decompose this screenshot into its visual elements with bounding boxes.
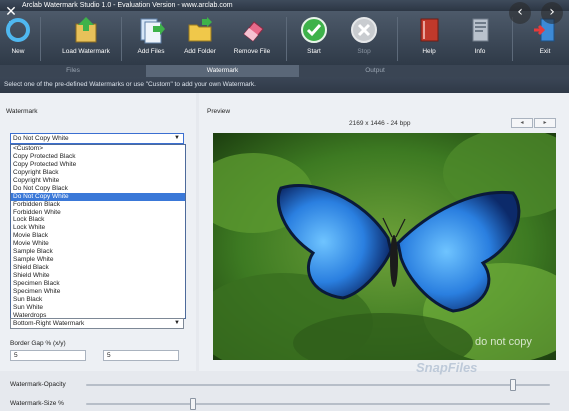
stop-button[interactable]: Stop — [348, 11, 380, 65]
remove-file-button[interactable]: Remove File — [230, 11, 274, 65]
watermark-option[interactable]: Copyright Black — [11, 169, 185, 177]
tab-files[interactable]: Files — [0, 65, 146, 77]
help-book-icon — [415, 16, 443, 44]
preview-image: do not copy — [213, 133, 556, 360]
chevron-down-icon: ▼ — [174, 320, 180, 326]
butterfly-photo — [213, 133, 556, 360]
watermark-section-label: Watermark — [6, 108, 38, 115]
preview-label: Preview — [207, 108, 231, 115]
watermark-option[interactable]: Shield White — [11, 272, 185, 280]
help-button[interactable]: Help — [414, 11, 444, 65]
tab-bar: Files Watermark Output — [0, 65, 569, 77]
watermark-option[interactable]: Sun White — [11, 304, 185, 312]
watermark-option[interactable]: Do Not Copy Black — [11, 185, 185, 193]
add-files-button[interactable]: Add Files — [133, 11, 169, 65]
stop-label: Stop — [357, 48, 371, 55]
remove-file-label: Remove File — [233, 48, 271, 55]
tab-output[interactable]: Output — [299, 65, 451, 77]
slider-area: Watermark-Opacity Watermark-Size % — [0, 371, 569, 411]
info-bar: Select one of the pre-defined Watermarks… — [0, 77, 569, 93]
info-label: Info — [474, 48, 486, 55]
size-label: Watermark-Size % — [10, 400, 64, 407]
chevron-down-icon: ▼ — [174, 135, 180, 141]
watermark-option[interactable]: Lock White — [11, 224, 185, 232]
stop-icon — [350, 16, 378, 44]
toolbar-separator — [286, 17, 287, 61]
watermark-select-value: Do Not Copy White — [13, 135, 69, 142]
preview-prev-button[interactable]: ◂ — [511, 118, 533, 128]
watermark-select[interactable]: Do Not Copy White ▼ — [10, 133, 184, 144]
position-select[interactable]: Bottom-Right Watermark ▼ — [10, 318, 184, 329]
watermark-option[interactable]: Lock Black — [11, 216, 185, 224]
watermark-option[interactable]: Forbidden White — [11, 209, 185, 217]
toolbar: New Load Watermark Add Files Add Folder … — [0, 11, 569, 65]
window-title: Arclab Watermark Studio 1.0 - Evaluation… — [22, 2, 233, 9]
preview-panel: Preview 2169 x 1446 - 24 bpp ◂ ▸ do not … — [199, 93, 569, 371]
add-files-icon — [137, 16, 165, 44]
watermark-option[interactable]: Specimen Black — [11, 280, 185, 288]
watermark-option[interactable]: Copy Protected White — [11, 161, 185, 169]
info-icon — [466, 16, 494, 44]
folder-icon — [186, 16, 214, 44]
watermark-option[interactable]: Shield Black — [11, 264, 185, 272]
watermark-option[interactable]: Do Not Copy White — [11, 192, 185, 201]
watermark-option[interactable]: Specimen White — [11, 288, 185, 296]
title-bar: Arclab Watermark Studio 1.0 - Evaluation… — [0, 0, 569, 11]
toolbar-separator — [512, 17, 513, 61]
eraser-icon — [238, 16, 266, 44]
watermark-option[interactable]: Copy Protected Black — [11, 153, 185, 161]
position-select-value: Bottom-Right Watermark — [13, 320, 85, 327]
tab-watermark[interactable]: Watermark — [146, 65, 299, 77]
start-button[interactable]: Start — [298, 11, 330, 65]
opacity-label: Watermark-Opacity — [10, 381, 66, 388]
load-watermark-button[interactable]: Load Watermark — [58, 11, 114, 65]
image-info: 2169 x 1446 - 24 bpp — [349, 120, 411, 127]
load-watermark-label: Load Watermark — [62, 48, 110, 55]
toolbar-separator — [397, 17, 398, 61]
watermark-overlay-text: do not copy — [475, 336, 532, 348]
add-files-label: Add Files — [137, 48, 165, 55]
load-watermark-icon — [72, 16, 100, 44]
watermark-dropdown-list[interactable]: <Custom> Copy Protected Black Copy Protect… — [10, 144, 186, 319]
new-label: New — [11, 48, 25, 55]
watermark-option[interactable]: Movie White — [11, 240, 185, 248]
opacity-track[interactable] — [86, 384, 550, 386]
add-folder-label: Add Folder — [184, 48, 216, 55]
watermark-option[interactable]: Movie Black — [11, 232, 185, 240]
next-icon[interactable]: › — [541, 2, 563, 24]
border-gap-y-input[interactable]: 5 — [103, 350, 179, 361]
opacity-slider-thumb[interactable] — [509, 379, 516, 391]
watermark-option[interactable]: Sun Black — [11, 296, 185, 304]
watermark-option[interactable]: Sample White — [11, 256, 185, 264]
snapfiles-watermark: SnapFiles — [416, 360, 478, 375]
exit-label: Exit — [539, 48, 551, 55]
border-gap-x-input[interactable]: 5 — [10, 350, 86, 361]
size-track[interactable] — [86, 403, 550, 405]
toolbar-separator — [121, 17, 122, 61]
border-gap-label: Border Gap % (x/y) — [10, 340, 66, 347]
watermark-option[interactable]: Sample Black — [11, 248, 185, 256]
watermark-option[interactable]: <Custom> — [11, 145, 185, 153]
watermark-option[interactable]: Forbidden Black — [11, 201, 185, 209]
add-folder-button[interactable]: Add Folder — [180, 11, 220, 65]
new-icon — [4, 16, 32, 44]
watermark-option[interactable]: Copyright White — [11, 177, 185, 185]
preview-next-button[interactable]: ▸ — [534, 118, 556, 128]
close-icon[interactable]: ✕ — [3, 4, 19, 20]
start-label: Start — [307, 48, 321, 55]
checkmark-icon — [300, 16, 328, 44]
size-slider-thumb[interactable] — [189, 398, 196, 410]
help-label: Help — [422, 48, 436, 55]
toolbar-separator — [40, 17, 41, 61]
info-button[interactable]: Info — [465, 11, 495, 65]
prev-icon[interactable]: ‹ — [509, 2, 531, 24]
